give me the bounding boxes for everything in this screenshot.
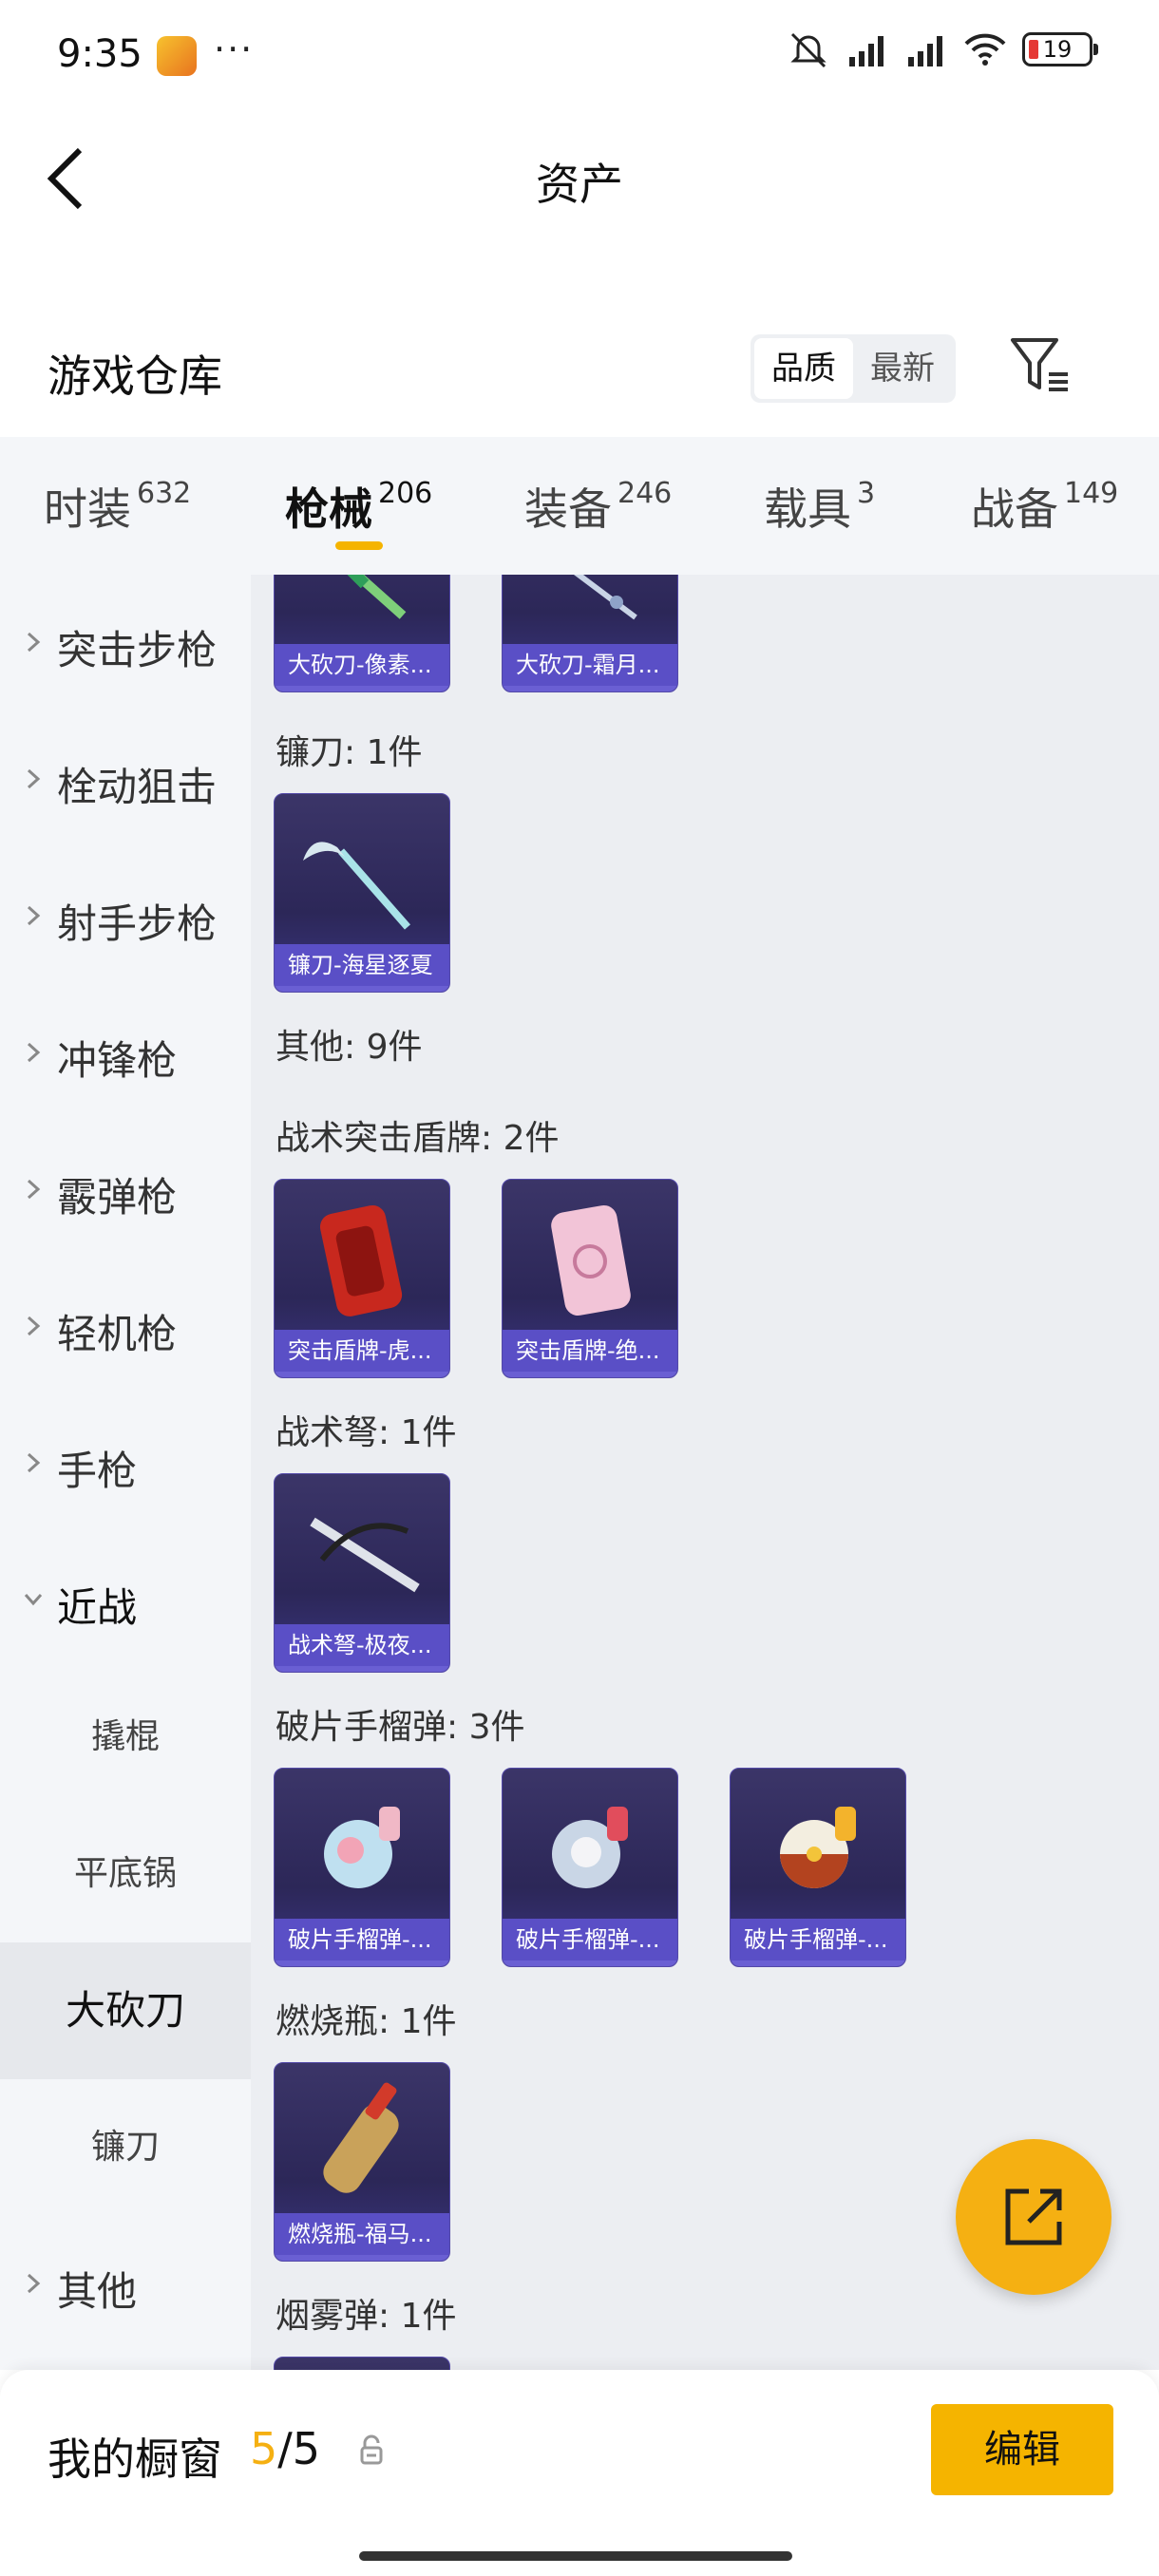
sidebar-item-smg[interactable]: 冲锋枪: [0, 985, 251, 1122]
item-card[interactable]: 破片手榴弹-...: [274, 1768, 450, 1967]
grenade-image: [780, 1807, 856, 1888]
item-caption: 破片手榴弹-...: [503, 1919, 677, 1960]
showcase-count: 5/5: [250, 2423, 321, 2474]
item-card[interactable]: [274, 2357, 450, 2370]
group-label: 镰刀: 1件: [276, 733, 423, 772]
group-label: 燃烧瓶: 1件: [276, 2002, 457, 2041]
item-grid: 大砍刀-像素... 大砍刀-霜月... 镰刀: 1件 镰刀-海星逐夏 其他: 9…: [251, 575, 1159, 2370]
sidebar-item-bolt-sniper[interactable]: 栓动狙击: [0, 711, 251, 848]
status-bar: 9:35 ··· 19: [0, 0, 1159, 114]
tab-equipment[interactable]: 装备 246: [524, 475, 672, 538]
signal-hd-icon-2: [908, 36, 942, 66]
crossbow-image: [310, 1517, 420, 1593]
chevron-right-icon: [27, 768, 41, 789]
sidebar-item-shotgun[interactable]: 霰弹枪: [0, 1122, 251, 1259]
item-caption: 突击盾牌-虎...: [275, 1330, 449, 1372]
sidebar-item-pistol[interactable]: 手枪: [0, 1395, 251, 1532]
chevron-right-icon: [27, 1452, 41, 1473]
sidebar-sub-crowbar[interactable]: 撬棍: [0, 1669, 251, 1806]
sidebar-item-lmg[interactable]: 轻机枪: [0, 1259, 251, 1395]
tab-supplies[interactable]: 战备 149: [971, 475, 1118, 538]
battery-icon: 19: [1022, 32, 1098, 66]
showcase-bar: 我的橱窗 5/5 编辑: [0, 2370, 1159, 2576]
item-card[interactable]: 破片手榴弹-...: [730, 1768, 906, 1967]
lock-icon: [360, 2434, 383, 2465]
group-label: 战术突击盾牌: 2件: [276, 1119, 560, 1158]
showcase-label: 我的橱窗: [48, 2434, 222, 2485]
group-label: 战术弩: 1件: [276, 1413, 457, 1452]
filter-icon[interactable]: [1007, 332, 1074, 399]
grenade-image: [324, 1807, 400, 1888]
section-title: 游戏仓库: [48, 350, 222, 402]
more-notifications-icon: ···: [214, 28, 255, 70]
shield-image: [551, 1204, 631, 1316]
machete-image: [347, 575, 407, 619]
mute-icon: [790, 32, 826, 68]
page-title: 资产: [536, 159, 623, 210]
item-card[interactable]: 突击盾牌-绝...: [502, 1179, 678, 1378]
weapon-type-sidebar: 突击步枪 栓动狙击 射手步枪 冲锋枪 霰弹枪 轻机枪 手枪 近战 撬棍 平底锅 …: [0, 575, 251, 2370]
item-caption: 大砍刀-霜月...: [503, 644, 677, 686]
chevron-right-icon: [27, 632, 41, 653]
item-caption: 突击盾牌-绝...: [503, 1330, 677, 1372]
chevron-down-icon: [24, 1594, 43, 1606]
molotov-image: [323, 2082, 399, 2193]
group-label: 其他: 9件: [276, 1028, 423, 1067]
chevron-right-icon: [27, 1316, 41, 1336]
machete-image: [574, 575, 637, 620]
sidebar-sub-machete[interactable]: 大砍刀: [0, 1942, 251, 2079]
chevron-right-icon: [27, 905, 41, 926]
sort-toggle: 品质 最新: [750, 334, 956, 403]
share-button[interactable]: [956, 2139, 1112, 2295]
sidebar-item-melee[interactable]: 近战: [0, 1532, 251, 1669]
sort-quality-button[interactable]: 品质: [754, 338, 853, 399]
share-icon: [1005, 2188, 1062, 2245]
edit-button[interactable]: 编辑: [931, 2404, 1113, 2495]
group-label: 烟雾弹: 1件: [276, 2297, 457, 2336]
item-caption: 战术弩-极夜...: [275, 1624, 449, 1666]
app-notification-icon: [157, 36, 197, 76]
item-card[interactable]: 破片手榴弹-...: [502, 1768, 678, 1967]
sidebar-sub-scythe[interactable]: 镰刀: [0, 2079, 251, 2216]
shield-image: [319, 1204, 403, 1316]
battery-level: 19: [1042, 36, 1073, 63]
item-card[interactable]: 战术弩-极夜...: [274, 1473, 450, 1673]
wifi-icon: [964, 33, 1006, 66]
status-time: 9:35: [57, 32, 142, 76]
sidebar-item-assault-rifle[interactable]: 突击步枪: [0, 575, 251, 711]
tab-fashion[interactable]: 时装 632: [44, 475, 191, 538]
item-card[interactable]: 燃烧瓶-福马...: [274, 2062, 450, 2262]
home-indicator[interactable]: [359, 2551, 792, 2561]
item-card[interactable]: 大砍刀-霜月...: [502, 575, 678, 692]
sidebar-sub-frying-pan[interactable]: 平底锅: [0, 1806, 251, 1942]
signal-hd-icon: [849, 36, 884, 66]
chevron-right-icon: [27, 1179, 41, 1200]
item-caption: 燃烧瓶-福马...: [275, 2213, 449, 2255]
sidebar-item-other[interactable]: 其他: [0, 2216, 251, 2353]
group-label: 破片手榴弹: 3件: [276, 1708, 525, 1747]
active-tab-indicator: [335, 541, 383, 550]
tab-vehicles[interactable]: 载具 3: [764, 475, 875, 538]
item-card[interactable]: 镰刀-海星逐夏: [274, 793, 450, 993]
grenade-image: [552, 1807, 628, 1888]
sort-newest-button[interactable]: 最新: [853, 338, 952, 399]
item-card[interactable]: 突击盾牌-虎...: [274, 1179, 450, 1378]
tab-firearms[interactable]: 枪械 206: [285, 475, 432, 538]
category-tabs: 时装 632 枪械 206 装备 246 载具 3 战备 149: [0, 437, 1159, 575]
scythe-image: [303, 842, 411, 930]
item-caption: 镰刀-海星逐夏: [275, 944, 449, 986]
item-caption: 破片手榴弹-...: [731, 1919, 905, 1960]
chevron-right-icon: [27, 2273, 41, 2294]
item-card[interactable]: 大砍刀-像素...: [274, 575, 450, 692]
sidebar-item-marksman-rifle[interactable]: 射手步枪: [0, 848, 251, 985]
item-caption: 大砍刀-像素...: [275, 644, 449, 686]
chevron-right-icon: [27, 1042, 41, 1063]
item-caption: 破片手榴弹-...: [275, 1919, 449, 1960]
